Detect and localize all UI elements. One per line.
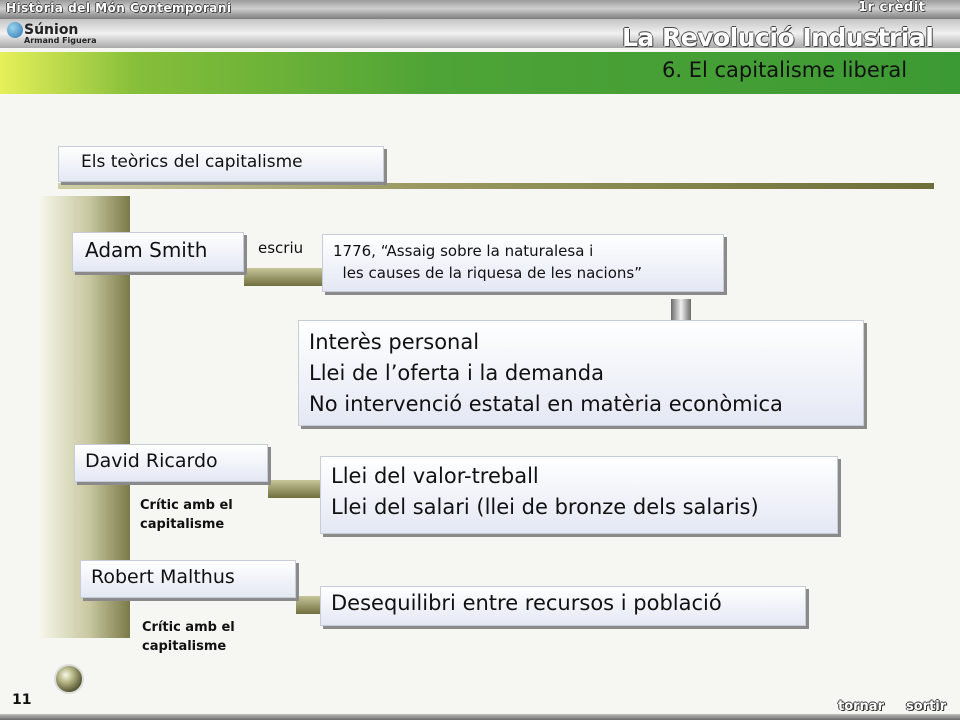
- home-sphere-button[interactable]: [54, 664, 84, 694]
- malthus-critic-line-1: Crític amb el: [142, 620, 235, 635]
- ricardo-idea-1: Llei del valor-treball: [331, 464, 539, 488]
- theorists-heading-box: Els teòrics del capitalisme: [58, 146, 384, 182]
- david-ricardo-label: David Ricardo: [85, 450, 218, 472]
- book-line-2: les causes de la riquesa de les nacions”: [333, 264, 642, 282]
- book-box: 1776, “Assaig sobre la naturalesa i les …: [322, 234, 724, 292]
- david-ricardo-box: David Ricardo: [74, 444, 268, 482]
- section-title: 6. El capitalisme liberal: [662, 58, 908, 82]
- smith-idea-1: Interès personal: [309, 330, 480, 354]
- course-title: Història del Món Contemporani: [6, 1, 232, 15]
- malthus-critic-note: Crític amb el capitalisme: [142, 618, 235, 656]
- ricardo-critic-line-1: Crític amb el: [140, 498, 233, 513]
- writes-label: escriu: [258, 239, 304, 257]
- globe-logo-icon: [7, 22, 23, 38]
- smith-idea-2: Llei de l’oferta i la demanda: [309, 361, 604, 385]
- theorists-heading: Els teòrics del capitalisme: [81, 152, 303, 172]
- credit-label: 1r crèdit: [858, 0, 926, 15]
- robert-malthus-label: Robert Malthus: [91, 566, 235, 588]
- ricardo-critic-line-2: capitalisme: [140, 517, 225, 532]
- ricardo-ideas-box: Llei del valor-treball Llei del salari (…: [320, 456, 838, 534]
- adam-smith-box: Adam Smith: [72, 232, 244, 272]
- robert-malthus-box: Robert Malthus: [80, 560, 296, 598]
- page-number: 11: [12, 692, 32, 708]
- malthus-ideas-box: Desequilibri entre recursos i població: [320, 586, 806, 626]
- exit-link[interactable]: sortir: [906, 699, 946, 714]
- smith-ideas-box: Interès personal Llei de l’oferta i la d…: [298, 320, 864, 426]
- back-link[interactable]: tornar: [838, 699, 884, 714]
- book-line-1: 1776, “Assaig sobre la naturalesa i: [333, 242, 594, 260]
- smith-connector: [244, 268, 334, 286]
- ricardo-idea-2: Llei del salari (llei de bronze dels sal…: [331, 495, 759, 519]
- malthus-idea-1: Desequilibri entre recursos i població: [331, 591, 722, 615]
- author-name: Armand Figuera: [24, 36, 97, 45]
- adam-smith-label: Adam Smith: [85, 238, 208, 262]
- horizontal-rule: [58, 183, 934, 189]
- smith-idea-3: No intervenció estatal en matèria econòm…: [309, 392, 783, 416]
- unit-title: La Revolució Industrial: [622, 23, 934, 52]
- footer-bar: [0, 714, 960, 720]
- malthus-critic-line-2: capitalisme: [142, 639, 227, 654]
- ricardo-critic-note: Crític amb el capitalisme: [140, 496, 233, 534]
